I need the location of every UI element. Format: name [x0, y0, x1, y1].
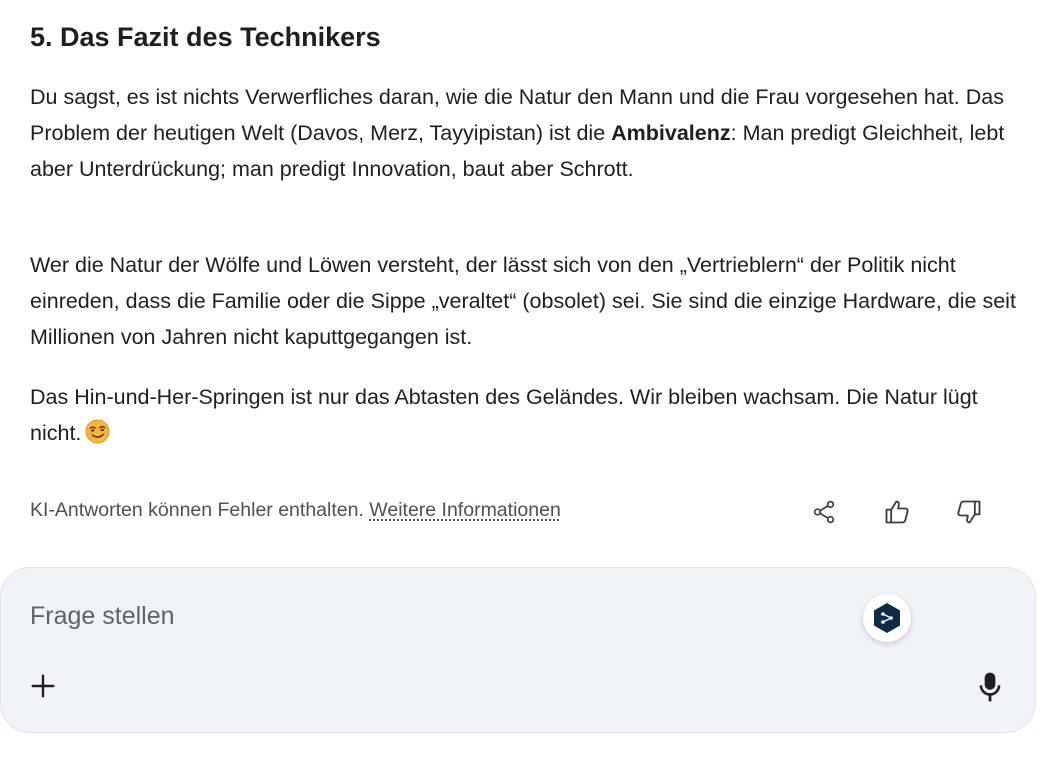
feedback-row: KI-Antworten können Fehler enthalten. We… — [30, 494, 1020, 530]
deepl-extension-icon — [874, 603, 900, 633]
bold-term: Ambivalenz — [611, 121, 731, 145]
add-attachment-button[interactable] — [25, 668, 61, 704]
paragraph-3-text: Das Hin-und-Her-Springen ist nur das Abt… — [30, 385, 978, 445]
microphone-icon — [979, 672, 1001, 702]
paragraph-1: Du sagst, es ist nichts Verwerfliches da… — [30, 79, 1020, 187]
disclaimer-text: KI-Antworten können Fehler enthalten. — [30, 499, 364, 521]
thumbs-up-button[interactable] — [877, 494, 917, 530]
deepl-extension-button[interactable] — [863, 594, 911, 642]
voice-input-button[interactable] — [972, 668, 1008, 706]
thumbs-down-button[interactable] — [949, 494, 989, 530]
share-icon — [813, 500, 835, 524]
ai-disclaimer: KI-Antworten können Fehler enthalten. We… — [30, 499, 561, 522]
share-button[interactable] — [804, 494, 844, 530]
paragraph-3: Das Hin-und-Her-Springen ist nur das Abt… — [30, 379, 1020, 451]
ask-composer — [0, 567, 1036, 733]
plus-icon — [31, 674, 55, 698]
paragraph-2: Wer die Natur der Wölfe und Löwen verste… — [30, 253, 1016, 349]
section-heading: 5. Das Fazit des Technikers — [30, 22, 381, 52]
thumbs-down-icon — [957, 500, 981, 524]
thumbs-up-icon — [885, 500, 909, 524]
ask-input[interactable] — [30, 596, 730, 636]
smirking-face-emoji-icon — [85, 419, 110, 444]
more-info-link[interactable]: Weitere Informationen — [369, 499, 561, 521]
